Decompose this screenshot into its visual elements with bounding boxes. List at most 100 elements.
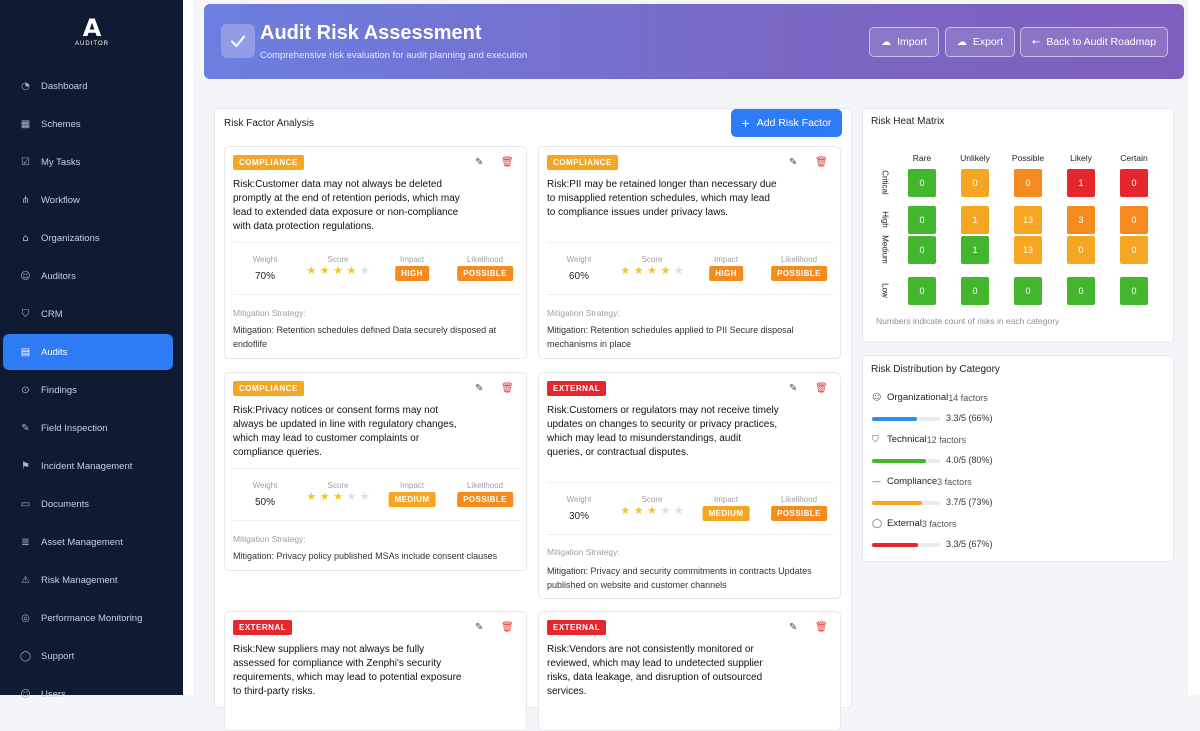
distribution-category: ⛉ Technical 12 factors	[872, 434, 966, 445]
risk-description: Risk:Customers or regulators may not rec…	[547, 405, 779, 458]
heat-matrix-cell[interactable]: 0	[908, 236, 936, 264]
impact-badge: MEDIUM	[388, 492, 436, 507]
sidebar: A AUDITOR ◔ Dashboard ▦ Schemes ☑ My Tasks ⋔ Wo…	[0, 0, 183, 700]
edit-icon[interactable]: ✎	[789, 157, 801, 169]
sidebar-item-label: Findings	[41, 384, 77, 396]
score-label: Score	[641, 255, 663, 264]
heat-matrix-cell[interactable]: 0	[1120, 236, 1148, 264]
edit-icon[interactable]: ✎	[789, 622, 801, 634]
star-icon: ★	[633, 264, 644, 277]
category-badge: EXTERNAL	[547, 620, 607, 635]
document-icon: ▭	[20, 498, 31, 510]
heat-matrix-cell[interactable]: 0	[1014, 169, 1042, 197]
import-button[interactable]: ☁ Import	[869, 27, 939, 57]
sidebar-item-label: Schemes	[41, 118, 81, 130]
weight-label: Weight	[566, 495, 592, 504]
logo-text: AUDITOR	[75, 41, 109, 47]
impact-label: Impact	[399, 255, 424, 264]
sidebar-item-field-inspection[interactable]: ✎ Field Inspection	[0, 409, 183, 447]
trash-icon[interactable]: 🗑	[501, 157, 514, 169]
sidebar-item-risk-management[interactable]: ⚠ Risk Management	[0, 561, 183, 599]
weight-value: 50%	[254, 497, 275, 508]
trash-icon[interactable]: 🗑	[501, 383, 514, 395]
risk-description: Risk:Privacy notices or consent forms ma…	[233, 405, 457, 458]
edit-icon[interactable]: ✎	[789, 383, 801, 395]
sidebar-item-asset-management[interactable]: ≣ Asset Management	[0, 523, 183, 561]
trash-icon[interactable]: 🗑	[815, 383, 828, 395]
back-to-roadmap-button[interactable]: ← Back to Audit Roadmap	[1020, 27, 1168, 57]
sidebar-item-workflow[interactable]: ⋔ Workflow	[0, 181, 183, 219]
star-icon: ★	[346, 264, 357, 277]
heat-matrix-cell[interactable]: 3	[1067, 206, 1095, 234]
sidebar-scrollbar[interactable]	[183, 0, 193, 695]
sidebar-item-performance-monitoring[interactable]: ◎ Performance Monitoring	[0, 599, 183, 637]
plus-icon: +	[741, 115, 750, 131]
heat-matrix-cell[interactable]: 0	[1067, 277, 1095, 305]
add-risk-factor-button[interactable]: + Add Risk Factor	[731, 109, 842, 137]
heat-matrix-cell[interactable]: 0	[908, 169, 936, 197]
category-name: Compliance	[887, 476, 938, 487]
sidebar-item-documents[interactable]: ▭ Documents	[0, 485, 183, 523]
heat-matrix-cell[interactable]: 0	[1067, 236, 1095, 264]
sidebar-item-audits[interactable]: ▤ Audits	[3, 334, 173, 370]
heat-matrix-cell[interactable]: 0	[908, 277, 936, 305]
sidebar-item-schemes[interactable]: ▦ Schemes	[0, 105, 183, 143]
heat-matrix-cell[interactable]: 1	[961, 236, 989, 264]
star-icon: ★	[306, 490, 317, 503]
heat-matrix-cell[interactable]: 1	[961, 206, 989, 234]
edit-icon[interactable]: ✎	[475, 622, 487, 634]
trash-icon[interactable]: 🗑	[815, 622, 828, 634]
heat-matrix-cell[interactable]: 13	[1014, 236, 1042, 264]
sidebar-item-auditors[interactable]: ☺ Auditors	[0, 257, 183, 295]
add-risk-factor-label: Add Risk Factor	[756, 117, 832, 129]
sidebar-item-organizations[interactable]: ⌂ Organizations	[0, 219, 183, 257]
sidebar-item-crm[interactable]: ⛉ CRM	[0, 295, 183, 333]
trash-icon[interactable]: 🗑	[815, 157, 828, 169]
users-icon: ☺	[872, 392, 882, 403]
heat-matrix-cell[interactable]: 0	[1120, 277, 1148, 305]
edit-icon[interactable]: ✎	[475, 383, 487, 395]
sidebar-item-my-tasks[interactable]: ☑ My Tasks	[0, 143, 183, 181]
heat-matrix-cell[interactable]: 0	[908, 206, 936, 234]
category-name: Organizational	[887, 392, 949, 403]
likelihood-label: Likelihood	[780, 255, 818, 264]
divider	[233, 468, 520, 469]
minus-icon: —	[872, 476, 881, 487]
weight-value: 60%	[568, 271, 589, 282]
heat-matrix-row-label: Medium	[880, 235, 890, 264]
heat-matrix-cell[interactable]: 0	[961, 277, 989, 305]
heat-matrix-cell[interactable]: 1	[1067, 169, 1095, 197]
edit-icon[interactable]: ✎	[475, 157, 487, 169]
sidebar-item-label: Auditors	[41, 270, 76, 282]
heat-matrix-cell[interactable]: 0	[1120, 206, 1148, 234]
sidebar-item-findings[interactable]: ⊙ Findings	[0, 371, 183, 409]
sidebar-item-dashboard[interactable]: ◔ Dashboard	[0, 67, 183, 105]
arrow-left-icon: ←	[1031, 36, 1041, 48]
export-button[interactable]: ☁ Export	[945, 27, 1015, 57]
monitor-icon: ◎	[21, 612, 30, 624]
category-count: 12 factors	[926, 434, 967, 445]
incident-icon: ⚑	[21, 460, 30, 472]
heat-matrix-row-label: Low	[880, 283, 890, 298]
heat-matrix-cell[interactable]: 0	[1014, 277, 1042, 305]
distribution-score: 3.3/5 (66%)	[946, 413, 993, 423]
category-count: 3 factors	[937, 476, 972, 487]
sidebar-nav: ◔ Dashboard ▦ Schemes ☑ My Tasks ⋔ Workflow ⌂ Org…	[0, 67, 183, 713]
sidebar-item-support[interactable]: ◯ Support	[0, 637, 183, 675]
user-icon: ☺	[20, 688, 31, 700]
star-icon: ★	[346, 490, 357, 503]
page-scrollbar[interactable]	[1188, 0, 1200, 695]
heat-matrix-cell[interactable]: 0	[1120, 169, 1148, 197]
heat-matrix-cell[interactable]: 13	[1014, 206, 1042, 234]
heat-matrix-column-label: Certain	[1120, 153, 1148, 163]
globe-icon: ◯	[872, 518, 883, 529]
sidebar-item-label: Documents	[41, 498, 90, 510]
heat-matrix-cell[interactable]: 0	[961, 169, 989, 197]
sidebar-item-label: Risk Management	[41, 574, 118, 586]
trash-icon[interactable]: 🗑	[501, 622, 514, 634]
sidebar-item-users[interactable]: ☺ Users	[0, 675, 183, 713]
score-stars: ★ ★ ★ ★ ★	[303, 491, 373, 502]
sidebar-item-incident-management[interactable]: ⚑ Incident Management	[0, 447, 183, 485]
app-logo[interactable]: A AUDITOR	[72, 16, 112, 50]
mitigation-label: Mitigation Strategy:	[547, 308, 620, 318]
